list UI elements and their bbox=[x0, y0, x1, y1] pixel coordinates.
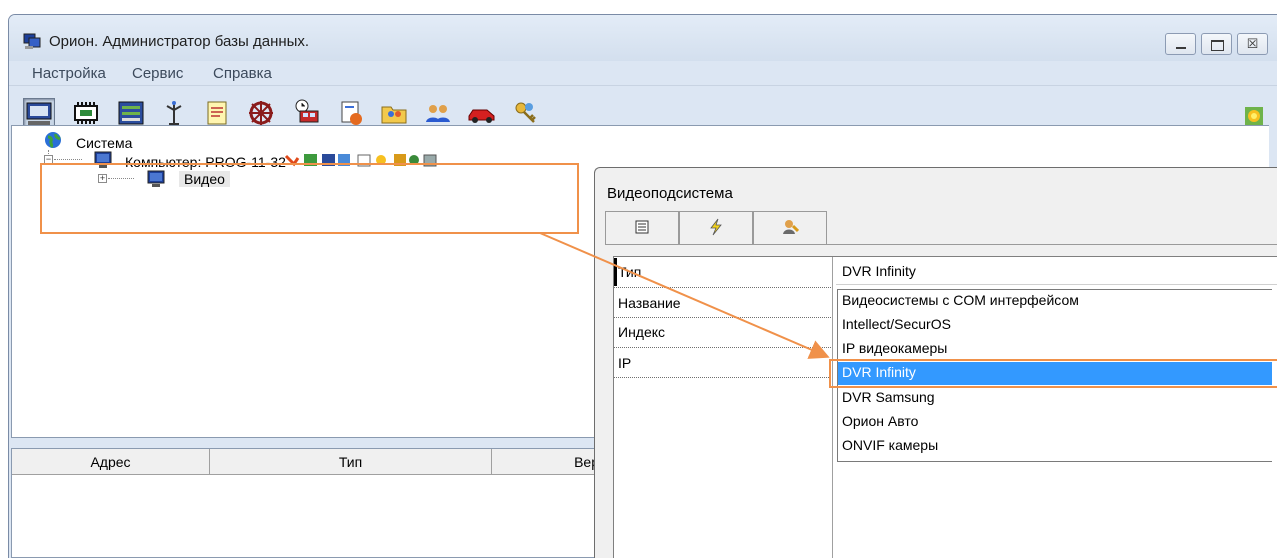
dropdown-option[interactable]: IP видеокамеры bbox=[838, 338, 1272, 361]
device-table: Адрес Тип Верс bbox=[11, 448, 611, 558]
property-label-name[interactable]: Название bbox=[618, 295, 681, 311]
user-settings-icon bbox=[781, 218, 800, 239]
property-label-index[interactable]: Индекс bbox=[618, 324, 665, 340]
title-bar: Орион. Администратор базы данных. ☒ bbox=[9, 15, 1277, 61]
highlight-box-selected-option bbox=[829, 359, 1277, 388]
menu-item-settings[interactable]: Настройка bbox=[32, 65, 106, 82]
panel-tabs bbox=[605, 211, 827, 244]
dropdown-option[interactable]: ONVIF камеры bbox=[838, 435, 1272, 458]
highlight-box-tree bbox=[40, 163, 579, 234]
tab-permissions[interactable] bbox=[753, 211, 827, 244]
list-icon bbox=[635, 220, 649, 237]
minimize-button[interactable] bbox=[1165, 33, 1196, 55]
dropdown-option[interactable]: Intellect/SecurOS bbox=[838, 314, 1272, 337]
window-title: Орион. Администратор базы данных. bbox=[49, 33, 310, 50]
property-label-ip[interactable]: IP bbox=[618, 355, 631, 371]
close-button[interactable]: ☒ bbox=[1237, 33, 1268, 55]
dropdown-option[interactable]: Видеосистемы с COM интерфейсом bbox=[838, 290, 1272, 313]
tab-events[interactable] bbox=[679, 211, 753, 244]
property-label-type[interactable]: Тип bbox=[618, 264, 641, 280]
menu-item-help[interactable]: Справка bbox=[213, 65, 272, 82]
lightning-icon bbox=[707, 218, 725, 239]
menu-item-service[interactable]: Сервис bbox=[132, 65, 183, 82]
dropdown-option[interactable]: Орион Авто bbox=[838, 411, 1272, 434]
panel-title: Видеоподсистема bbox=[607, 185, 733, 202]
sun-icon[interactable] bbox=[1245, 107, 1263, 125]
tab-list[interactable] bbox=[605, 211, 679, 244]
column-header-type[interactable]: Тип bbox=[210, 449, 492, 475]
type-value-field[interactable]: DVR Infinity bbox=[836, 259, 1277, 285]
computer-app-icon bbox=[23, 32, 41, 50]
tree-node-label: Система bbox=[76, 135, 133, 151]
maximize-button[interactable] bbox=[1201, 33, 1232, 55]
menu-bar: Настройка Сервис Справка bbox=[9, 61, 1277, 85]
dropdown-option[interactable]: DVR Samsung bbox=[838, 387, 1272, 410]
globe-icon bbox=[44, 131, 62, 149]
tree-node-system[interactable]: Система bbox=[76, 135, 132, 151]
column-header-address[interactable]: Адрес bbox=[12, 449, 210, 475]
selected-row-marker bbox=[614, 258, 617, 286]
table-header: Адрес Тип Верс bbox=[12, 449, 610, 475]
